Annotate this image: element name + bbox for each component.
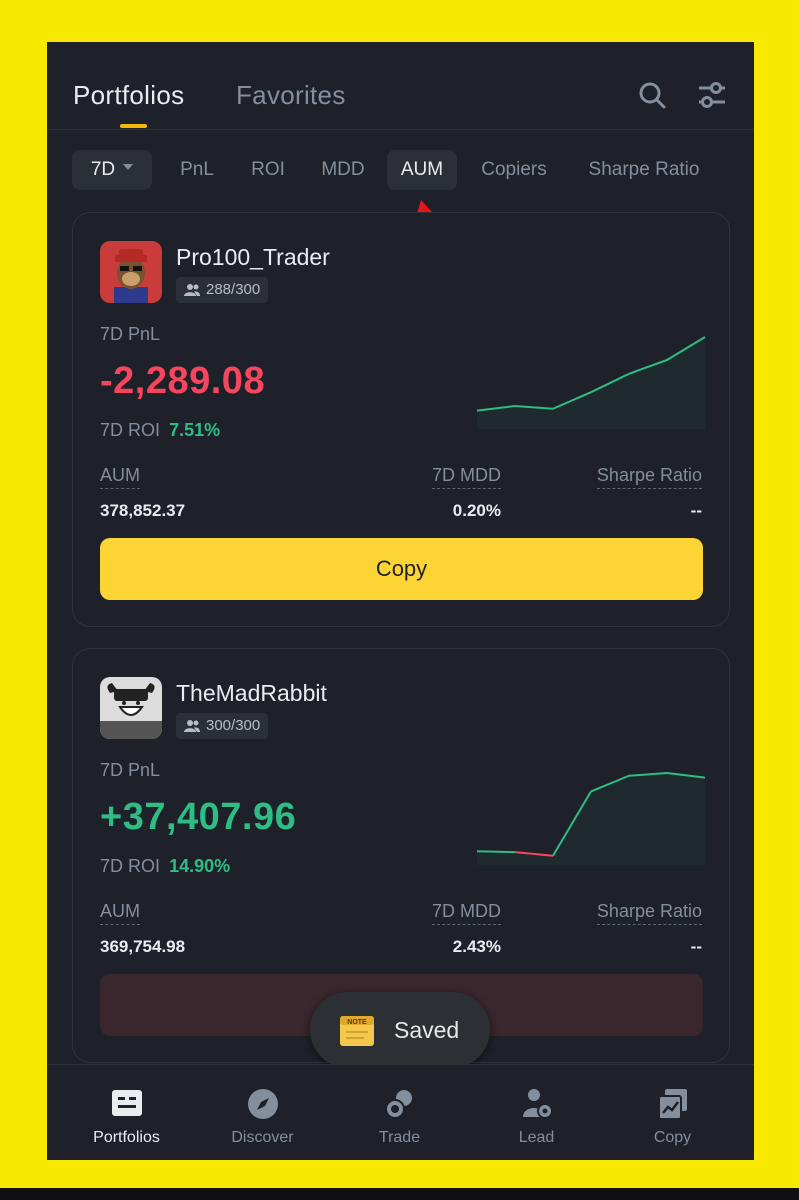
note-icon: NOTE [340, 1016, 374, 1046]
roi-period: 7D [100, 420, 124, 440]
nav-lead[interactable]: Lead [468, 1065, 605, 1160]
roi-period: 7D [100, 856, 124, 876]
nav-discover[interactable]: Discover [194, 1065, 331, 1160]
pnl-value: +37,407.96 [100, 796, 297, 838]
copiers-badge: 300/300 [176, 713, 269, 739]
nav-label-lead: Lead [518, 1129, 555, 1146]
pnl-value: -2,289.08 [100, 360, 266, 402]
screen-edge [0, 1188, 799, 1200]
aum-value: 378,852.37 [100, 501, 186, 520]
trader-avatar [100, 677, 162, 739]
search-icon[interactable] [637, 80, 667, 110]
copy-icon [657, 1089, 687, 1120]
users-icon [184, 720, 200, 732]
nav-label-portfolios: Portfolios [93, 1129, 160, 1146]
trader-name[interactable]: Pro100_Trader [176, 244, 330, 271]
app-screen: Portfolios Favorites 7D PnL ROI MDD AUM … [47, 42, 754, 1160]
copy-button[interactable]: Copy [100, 538, 703, 600]
sort-mdd[interactable]: MDD [311, 150, 375, 190]
trade-icon [384, 1090, 412, 1119]
roi-row: 7D ROI 7.51% [100, 420, 220, 441]
ape-avatar-icon [100, 241, 162, 303]
copiers-count: 300/300 [206, 717, 261, 734]
pnl-sparkline [476, 336, 706, 429]
sort-sharpe-ratio[interactable]: Sharpe Ratio [574, 150, 714, 190]
nav-label-trade: Trade [378, 1129, 421, 1146]
users-icon [184, 284, 200, 296]
roi-value: 7.51% [169, 420, 221, 440]
period-label: 7D [90, 159, 116, 180]
roi-label: ROI [128, 856, 161, 876]
nav-portfolios[interactable]: Portfolios [58, 1065, 195, 1160]
mdd-label[interactable]: 7D MDD [431, 901, 501, 925]
nav-label-copy: Copy [653, 1129, 692, 1146]
tab-portfolios[interactable]: Portfolios [73, 80, 184, 111]
aum-label[interactable]: AUM [100, 901, 140, 925]
sparkline-area [477, 337, 705, 429]
nav-label-discover: Discover [231, 1129, 294, 1146]
bull-avatar-icon [100, 677, 162, 739]
roi-label: ROI [128, 420, 161, 440]
sharpe-label[interactable]: Sharpe Ratio [596, 901, 702, 925]
tab-favorites[interactable]: Favorites [236, 80, 346, 111]
aum-label[interactable]: AUM [100, 465, 140, 489]
sort-aum[interactable]: AUM [387, 150, 457, 190]
lead-icon [522, 1089, 553, 1119]
sort-pnl[interactable]: PnL [167, 150, 227, 190]
sharpe-label[interactable]: Sharpe Ratio [596, 465, 702, 489]
sort-roi[interactable]: ROI [240, 150, 296, 190]
caret-down-icon [123, 163, 134, 170]
sharpe-value: -- [690, 937, 702, 956]
sort-copiers[interactable]: Copiers [469, 150, 559, 190]
aum-value: 369,754.98 [100, 937, 186, 956]
roi-value: 14.90% [169, 856, 231, 876]
filter-sliders-icon[interactable] [697, 80, 727, 110]
nav-copy[interactable]: Copy [604, 1065, 741, 1160]
pnl-label: 7D PnL [100, 760, 161, 780]
sparkline-segment [476, 850, 516, 854]
bottom-navigation: Portfolios Discover Trade Lead Copy [47, 1064, 754, 1160]
active-tab-indicator [120, 124, 147, 128]
pnl-label: 7D PnL [100, 324, 161, 344]
mdd-value: 0.20% [452, 501, 501, 520]
trader-name[interactable]: TheMadRabbit [176, 680, 327, 707]
sharpe-value: -- [690, 501, 702, 520]
period-dropdown[interactable]: 7D [72, 150, 152, 190]
toast-text: Saved [394, 1016, 460, 1043]
pnl-sparkline [476, 772, 706, 865]
saved-toast: NOTE Saved [310, 992, 490, 1068]
trader-card[interactable]: Pro100_Trader 288/300 7D PnL -2,289.08 7… [72, 212, 730, 627]
sort-filter-bar: 7D PnL ROI MDD AUM Copiers Sharpe Ratio [47, 150, 754, 192]
top-tab-bar: Portfolios Favorites [47, 42, 754, 130]
mdd-value: 2.43% [452, 937, 501, 956]
compass-icon [247, 1089, 278, 1119]
portfolios-icon [111, 1090, 142, 1116]
roi-row: 7D ROI 14.90% [100, 856, 230, 877]
trader-avatar [100, 241, 162, 303]
mdd-label[interactable]: 7D MDD [431, 465, 501, 489]
copiers-badge: 288/300 [176, 277, 269, 303]
copiers-count: 288/300 [206, 281, 261, 298]
nav-trade[interactable]: Trade [331, 1065, 468, 1160]
svg-text:NOTE: NOTE [347, 1019, 367, 1026]
